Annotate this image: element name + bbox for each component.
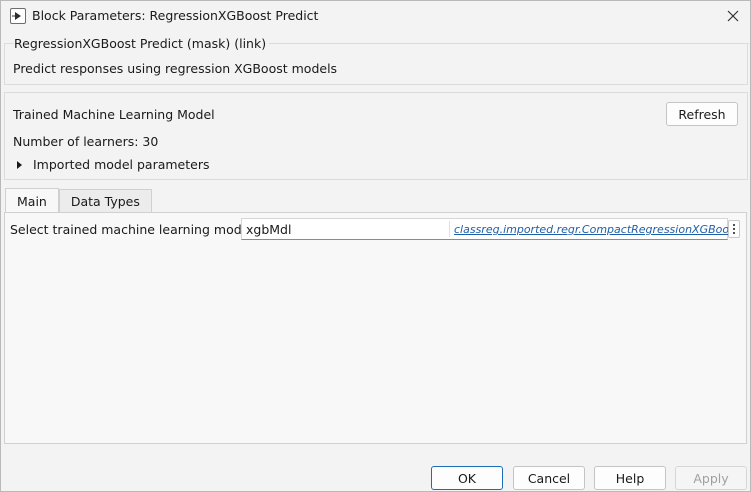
cancel-button[interactable]: Cancel (513, 466, 585, 490)
expand-triangle-icon (17, 160, 22, 169)
mask-legend: RegressionXGBoost Predict (mask) (link) (14, 36, 270, 51)
help-button[interactable]: Help (594, 466, 666, 490)
window-title: Block Parameters: RegressionXGBoost Pred… (32, 8, 319, 23)
number-of-learners: Number of learners: 30 (13, 134, 159, 149)
mask-description: Predict responses using regression XGBoo… (13, 61, 338, 76)
model-param-value[interactable]: xgbMdl (246, 222, 291, 237)
expander-label: Imported model parameters (33, 157, 210, 172)
simulink-block-icon (10, 8, 26, 24)
ok-button[interactable]: OK (431, 466, 503, 490)
tab-data-types[interactable]: Data Types (58, 189, 152, 213)
imported-model-parameters-expander[interactable]: Imported model parameters (15, 157, 209, 172)
more-options-icon[interactable] (728, 220, 740, 238)
mask-description-panel: RegressionXGBoost Predict (mask) (link) … (4, 36, 749, 85)
tab-main[interactable]: Main (5, 188, 59, 213)
model-param-field[interactable]: xgbMdl classreg.imported.regr.CompactReg… (241, 218, 739, 240)
apply-button[interactable]: Apply (675, 466, 747, 490)
tab-bar: Main Data Types (5, 188, 152, 213)
title-bar: Block Parameters: RegressionXGBoost Pred… (1, 1, 750, 32)
block-parameters-dialog: Block Parameters: RegressionXGBoost Pred… (0, 0, 751, 492)
field-divider (449, 221, 450, 237)
trained-model-panel: Trained Machine Learning Model Refresh N… (4, 92, 748, 180)
model-param-label: Select trained machine learning model (10, 222, 253, 237)
model-class-link[interactable]: classreg.imported.regr.CompactRegression… (454, 223, 739, 236)
main-tab-content: Select trained machine learning model xg… (4, 212, 747, 444)
refresh-button[interactable]: Refresh (666, 102, 738, 126)
close-icon[interactable] (720, 4, 746, 28)
trained-model-title: Trained Machine Learning Model (13, 107, 215, 122)
